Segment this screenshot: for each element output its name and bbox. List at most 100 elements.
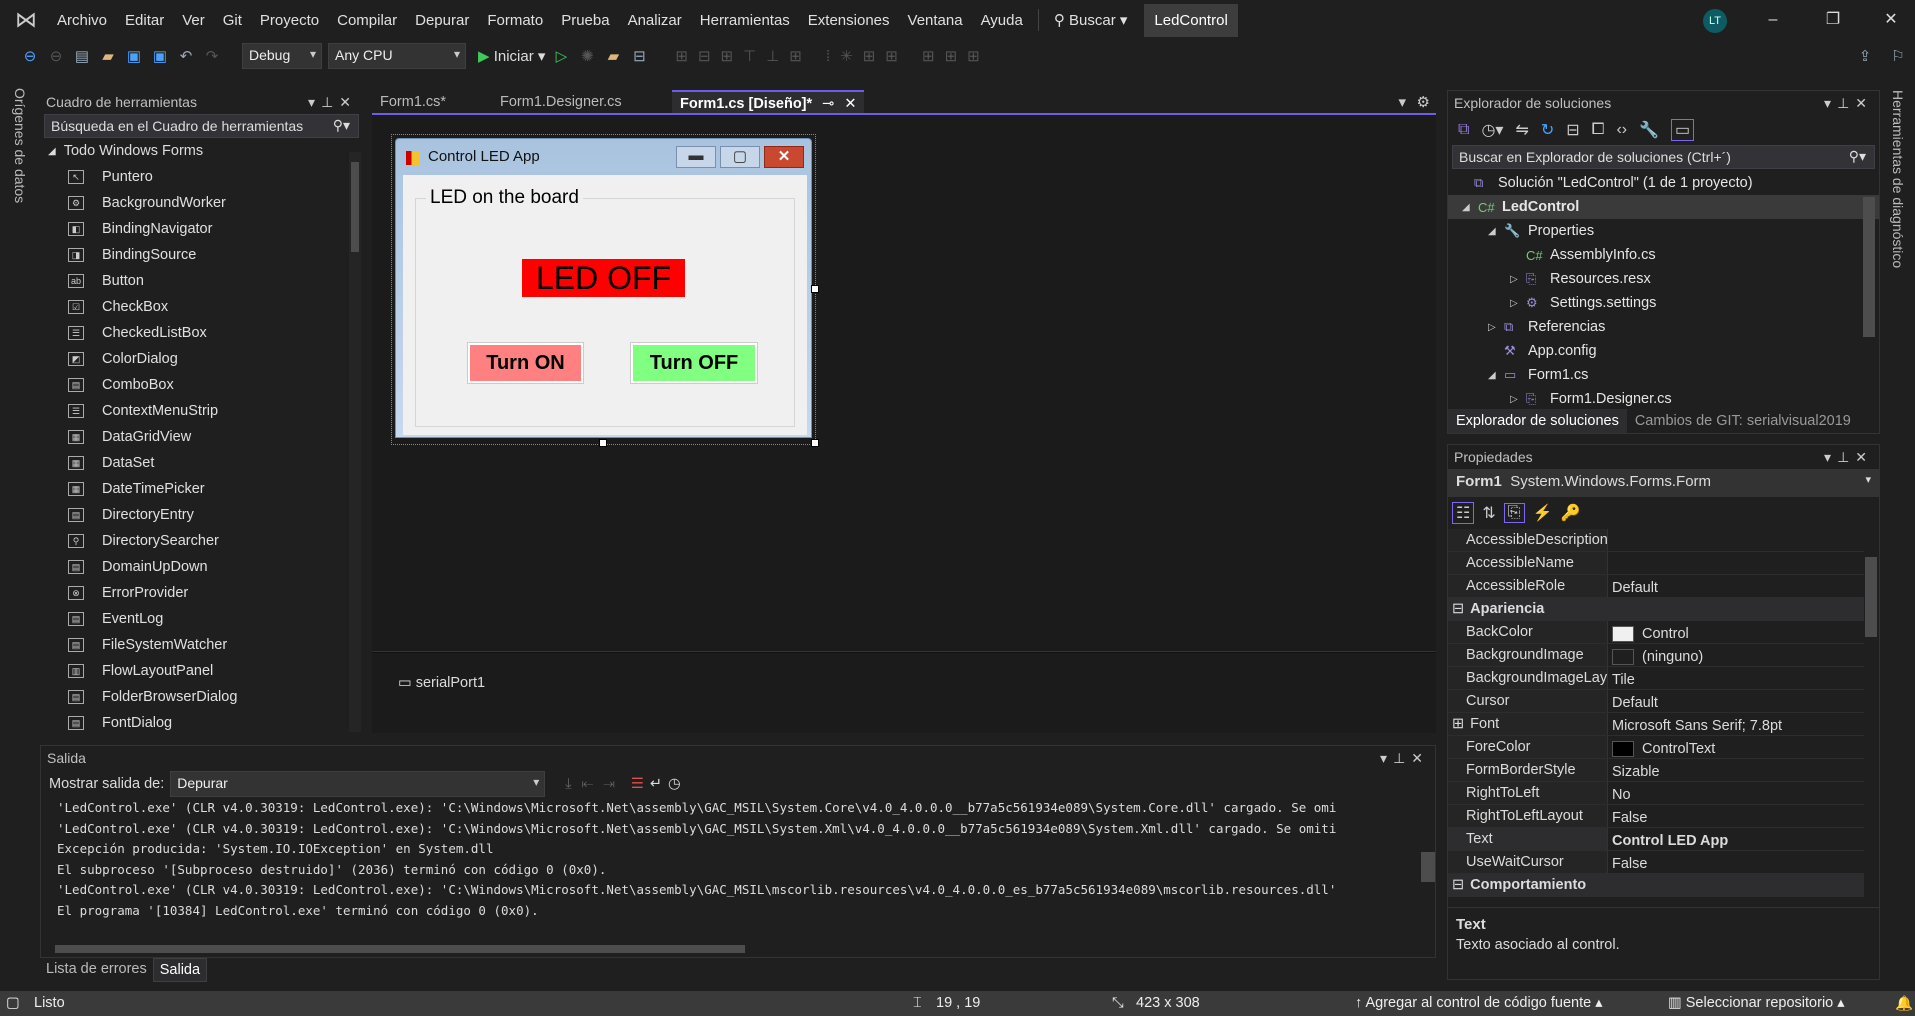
back-icon[interactable]: ⊖: [20, 47, 40, 65]
solution-tree-item[interactable]: ⧉ Solución "LedControl" (1 de 1 proyecto): [1448, 171, 1879, 195]
output-nav-icons[interactable]: ⤓⇤⇥: [565, 776, 625, 792]
solution-tree-item[interactable]: ▷ ⚙ Settings.settings: [1448, 291, 1879, 315]
property-row[interactable]: Text Control LED App: [1448, 828, 1864, 851]
preview-icon[interactable]: ▭: [1671, 119, 1695, 141]
toolbox-item[interactable]: ☰ CheckedListBox: [40, 320, 363, 346]
property-row[interactable]: BackgroundImageLayoutTile: [1448, 667, 1864, 690]
toolbox-item[interactable]: ◩ ColorDialog: [40, 346, 363, 372]
redo-icon[interactable]: ↷: [202, 47, 222, 65]
toolbox-item[interactable]: ☑ CheckBox: [40, 294, 363, 320]
solution-tree-item[interactable]: ▷ ⧉ Referencias: [1448, 315, 1879, 339]
property-row[interactable]: AccessibleName: [1448, 552, 1864, 575]
visual-studio-logo-icon[interactable]: ⋈: [12, 6, 40, 34]
menu-formato[interactable]: Formato: [478, 12, 552, 29]
toolbox-item[interactable]: ⚙ BackgroundWorker: [40, 190, 363, 216]
property-row[interactable]: FormBorderStyle Sizable: [1448, 759, 1864, 782]
toolbox-item[interactable]: ⚲ DirectorySearcher: [40, 528, 363, 554]
sync-icon[interactable]: ⇋: [1515, 120, 1528, 140]
save-icon[interactable]: ▣: [124, 47, 144, 65]
property-row[interactable]: ⊞ Font Microsoft Sans Serif; 7.8pt: [1448, 713, 1864, 736]
toolbox-scrollbar[interactable]: [349, 152, 361, 732]
property-row[interactable]: AccessibleRole Default: [1448, 575, 1864, 598]
toolbox-item[interactable]: ◨ BindingSource: [40, 242, 363, 268]
toolbox-item[interactable]: ▤ FolderBrowserDialog: [40, 684, 363, 710]
settings-gear-icon[interactable]: ⚙: [1417, 93, 1430, 111]
solution-bottom-tab[interactable]: Explorador de soluciones: [1448, 409, 1627, 433]
property-row[interactable]: UseWaitCursor False: [1448, 851, 1864, 874]
toolbox-item[interactable]: ▤ FontDialog: [40, 710, 363, 736]
property-row[interactable]: AccessibleDescription: [1448, 529, 1864, 552]
open-folder-icon[interactable]: ▰: [98, 47, 118, 65]
toolbox-item[interactable]: ▤ DirectoryEntry: [40, 502, 363, 528]
platform-select[interactable]: Any CPU: [328, 43, 466, 69]
minimize-button[interactable]: –: [1750, 0, 1796, 40]
resize-handle-right[interactable]: [811, 285, 819, 293]
solution-scrollbar[interactable]: [1863, 183, 1875, 403]
categorized-icon[interactable]: ☷: [1452, 502, 1475, 524]
menu-ayuda[interactable]: Ayuda: [972, 12, 1032, 29]
panel-controls[interactable]: ▾⊥✕: [1380, 750, 1429, 766]
form-selection[interactable]: Control LED App ▬ ▢ ✕ LED on the board L…: [391, 134, 819, 447]
property-pages-icon[interactable]: 🔑: [1560, 503, 1580, 523]
resize-handle-bottom[interactable]: [599, 439, 607, 447]
menu-compilar[interactable]: Compilar: [328, 12, 406, 29]
led-status-label[interactable]: LED OFF: [522, 259, 685, 297]
solution-tree-item[interactable]: ◢ 🔧 Properties: [1448, 219, 1879, 243]
menu-git[interactable]: Git: [214, 12, 251, 29]
add-source-control-button[interactable]: ↑ Agregar al control de código fuente ▴: [1355, 995, 1603, 1011]
toolbox-item[interactable]: ▦ DataGridView: [40, 424, 363, 450]
menu-prueba[interactable]: Prueba: [552, 12, 618, 29]
toolbox-item[interactable]: ▤ FileSystemWatcher: [40, 632, 363, 658]
undo-icon[interactable]: ↶: [176, 47, 196, 65]
property-row[interactable]: BackColor Control: [1448, 621, 1864, 644]
search-button[interactable]: ⚲ Buscar ▾: [1045, 11, 1137, 29]
tab-list-dropdown-icon[interactable]: ▾: [1398, 93, 1406, 111]
menu-herramientas[interactable]: Herramientas: [691, 12, 799, 29]
menu-analizar[interactable]: Analizar: [619, 12, 691, 29]
output-bottom-tab[interactable]: Salida: [152, 958, 208, 982]
editor-tab[interactable]: Form1.cs*: [372, 90, 492, 113]
notifications-bell-icon[interactable]: 🔔: [1895, 995, 1913, 1012]
turn-on-button[interactable]: Turn ON: [467, 342, 584, 384]
expand-arrow-icon[interactable]: ◢: [1488, 370, 1504, 381]
properties-scrollbar[interactable]: [1865, 537, 1877, 907]
toolbox-item[interactable]: ↖ Puntero: [40, 164, 363, 190]
panel-controls[interactable]: ▾⊥✕: [308, 94, 357, 110]
avatar[interactable]: LT: [1703, 9, 1727, 33]
output-vscrollbar[interactable]: [1421, 812, 1435, 937]
select-repository-button[interactable]: ▥ Seleccionar repositorio ▴: [1668, 995, 1845, 1011]
editor-tab[interactable]: Form1.Designer.cs: [492, 90, 672, 113]
diagnostic-tools-tab[interactable]: Herramientas de diagnóstico: [1890, 90, 1906, 268]
solution-tree-item[interactable]: ▷ ⎘ Form1.Designer.cs: [1448, 387, 1879, 411]
solution-tree-item[interactable]: ◢ ▭ Form1.cs: [1448, 363, 1879, 387]
output-hscrollbar[interactable]: [45, 941, 1423, 957]
output-source-select[interactable]: Depurar: [170, 771, 546, 797]
solution-bottom-tab[interactable]: Cambios de GIT: serialvisual2019: [1627, 409, 1859, 433]
property-row[interactable]: ForeColor ControlText: [1448, 736, 1864, 759]
toolbox-item[interactable]: ◧ BindingNavigator: [40, 216, 363, 242]
feedback-icon[interactable]: ⚐: [1888, 47, 1908, 65]
layout-icon[interactable]: ⊟: [629, 47, 649, 65]
word-wrap-icon[interactable]: ↵: [650, 776, 662, 792]
expand-arrow-icon[interactable]: ▷: [1510, 274, 1526, 285]
expand-arrow-icon[interactable]: ◢: [1488, 226, 1504, 237]
menu-depurar[interactable]: Depurar: [406, 12, 478, 29]
switch-views-icon[interactable]: ⧉: [1458, 121, 1469, 139]
events-icon[interactable]: ⚡: [1533, 503, 1553, 523]
timestamp-clock-icon[interactable]: ◷: [668, 776, 681, 792]
toolbox-search-input[interactable]: Búsqueda en el Cuadro de herramientas ⚲▾: [44, 114, 359, 138]
toolbox-item[interactable]: ☰ ContextMenuStrip: [40, 398, 363, 424]
serialport-component[interactable]: ▭ serialPort1: [398, 675, 485, 691]
show-all-files-icon[interactable]: ⧠: [1592, 121, 1605, 139]
led-groupbox[interactable]: [415, 198, 795, 427]
menu-ventana[interactable]: Ventana: [899, 12, 972, 29]
property-category[interactable]: ⊟ Apariencia: [1448, 598, 1864, 621]
solution-tree-item[interactable]: C# AssemblyInfo.cs: [1448, 243, 1879, 267]
new-project-icon[interactable]: ▤: [72, 47, 92, 65]
solution-tree-item[interactable]: ◢ C# LedControl: [1448, 195, 1879, 219]
object-selector[interactable]: Form1 System.Windows.Forms.Form ▾: [1448, 469, 1879, 497]
clear-all-icon[interactable]: ☰: [631, 776, 644, 792]
solution-search-input[interactable]: Buscar en Explorador de soluciones (Ctrl…: [1452, 145, 1875, 169]
configuration-select[interactable]: Debug: [242, 43, 322, 69]
toolbox-item[interactable]: ▥ FlowLayoutPanel: [40, 658, 363, 684]
